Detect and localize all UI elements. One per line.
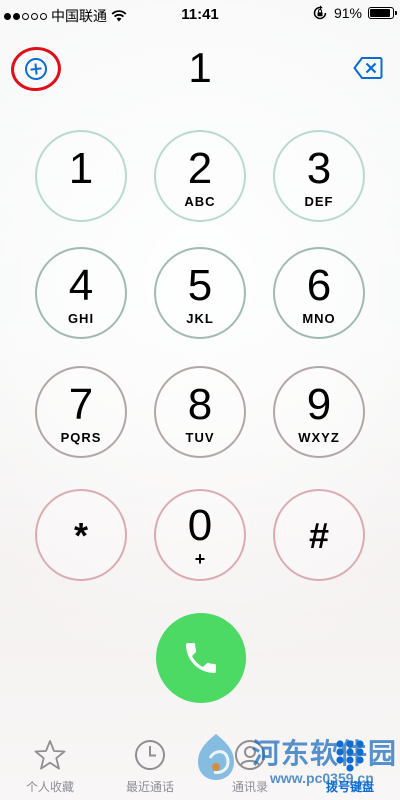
clock-icon bbox=[135, 740, 165, 770]
key-letters: TUV bbox=[185, 430, 215, 445]
key-digit: * bbox=[73, 515, 88, 556]
key-digit: # bbox=[308, 515, 330, 556]
keypad-key-7[interactable]: 7 PQRS bbox=[35, 366, 127, 458]
key-digit: 6 bbox=[306, 261, 332, 310]
dialed-number-display: 1 bbox=[188, 44, 212, 91]
keypad-key-hash[interactable]: # bbox=[273, 489, 365, 581]
watermark: 河东软件园 www.pc0359.cn bbox=[192, 730, 400, 800]
key-digit: 9 bbox=[306, 380, 332, 429]
plus-circle-icon bbox=[25, 58, 47, 80]
keypad-key-4[interactable]: 4 GHI bbox=[35, 247, 127, 339]
key-digit: 2 bbox=[187, 144, 213, 193]
key-digit: 8 bbox=[187, 380, 213, 429]
key-digit: 0 bbox=[187, 501, 213, 550]
key-letters: DEF bbox=[304, 194, 334, 209]
status-bar: 中国联通 11:41 91% bbox=[0, 0, 400, 30]
keypad-key-star[interactable]: * bbox=[35, 489, 127, 581]
key-digit: 7 bbox=[68, 380, 94, 429]
add-contact-button[interactable] bbox=[8, 44, 64, 94]
watermark-url: www.pc0359.cn bbox=[270, 770, 374, 786]
key-letters: PQRS bbox=[60, 430, 102, 445]
keypad-key-8[interactable]: 8 TUV bbox=[154, 366, 246, 458]
key-digit: 1 bbox=[68, 144, 94, 193]
key-digit: 4 bbox=[68, 261, 94, 310]
keypad-key-5[interactable]: 5 JKL bbox=[154, 247, 246, 339]
keypad-key-6[interactable]: 6 MNO bbox=[273, 247, 365, 339]
keypad-key-3[interactable]: 3 DEF bbox=[273, 130, 365, 222]
key-letters: MNO bbox=[302, 311, 336, 326]
keypad-key-2[interactable]: 2 ABC bbox=[154, 130, 246, 222]
keypad-key-0[interactable]: 0 + bbox=[154, 489, 246, 581]
key-letters: + bbox=[194, 549, 206, 569]
key-letters: ABC bbox=[184, 194, 216, 209]
key-digit: 5 bbox=[187, 261, 213, 310]
key-letters: JKL bbox=[186, 311, 214, 326]
key-digit: 3 bbox=[306, 144, 332, 193]
tab-label: 个人收藏 bbox=[25, 780, 74, 794]
call-button[interactable] bbox=[156, 613, 246, 703]
watermark-text: 河东软件园 bbox=[252, 738, 398, 769]
tab-recents[interactable]: 最近通话 bbox=[105, 732, 195, 800]
key-letters: WXYZ bbox=[298, 430, 340, 445]
star-icon bbox=[34, 740, 66, 770]
watermark-logo-icon bbox=[198, 734, 234, 780]
tab-favorites[interactable]: 个人收藏 bbox=[5, 732, 95, 800]
keypad-key-1[interactable]: 1 bbox=[35, 130, 127, 222]
key-letters: GHI bbox=[67, 311, 95, 326]
battery-percent: 91% bbox=[333, 5, 362, 21]
battery-icon bbox=[368, 7, 397, 19]
delete-backspace-icon bbox=[353, 57, 383, 79]
keypad-key-9[interactable]: 9 WXYZ bbox=[273, 366, 365, 458]
rotation-lock-icon bbox=[313, 5, 327, 20]
delete-button[interactable] bbox=[353, 56, 383, 80]
tab-label: 最近通话 bbox=[125, 780, 174, 794]
status-right: 91% bbox=[312, 5, 397, 21]
phone-icon bbox=[186, 643, 216, 673]
